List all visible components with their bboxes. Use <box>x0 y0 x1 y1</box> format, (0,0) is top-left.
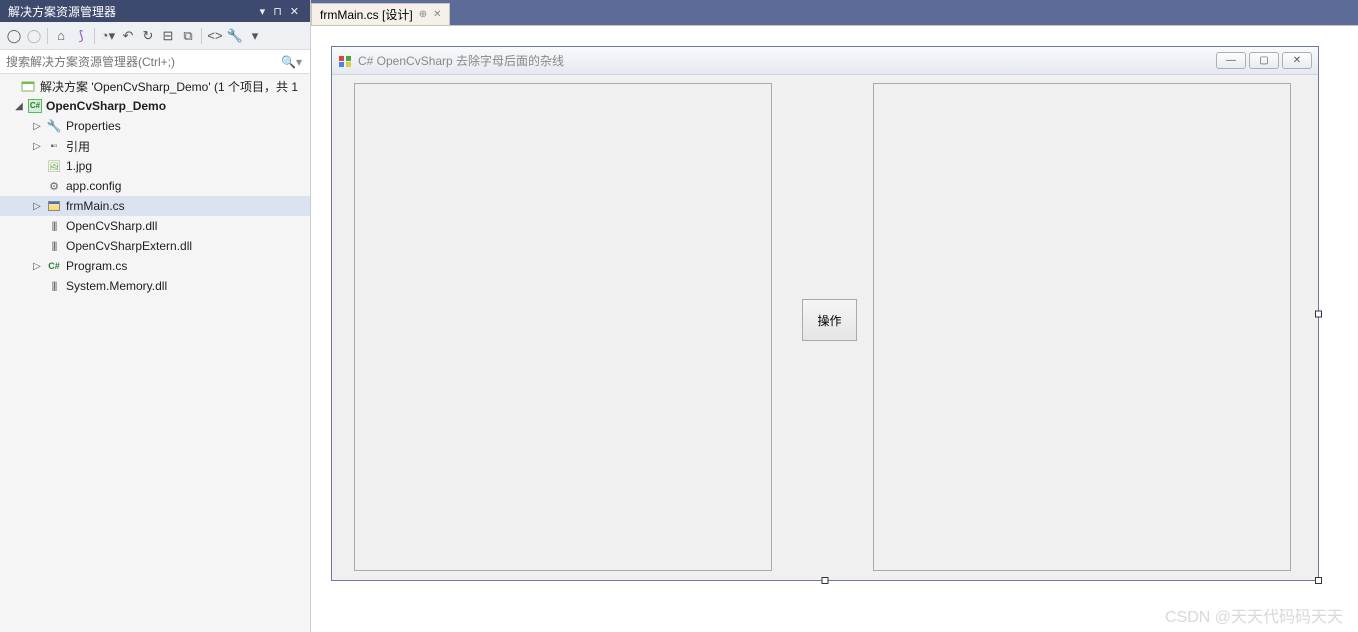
tree-item-appconfig[interactable]: ⚙ app.config <box>0 176 310 196</box>
tab-bar: frmMain.cs [设计] ⊕ ✕ <box>311 0 1358 25</box>
solution-label: 解决方案 'OpenCvSharp_Demo' (1 个项目，共 1 <box>40 78 298 95</box>
tree-item-image[interactable]: 🖼 1.jpg <box>0 156 310 176</box>
panel-header: 解决方案资源管理器 ▾ ⊓ ✕ <box>0 0 310 22</box>
picturebox-left[interactable] <box>354 83 772 571</box>
dll-file-icon: ||| <box>46 218 62 234</box>
dll-file-icon: ||| <box>46 278 62 294</box>
chevron-right-icon[interactable]: ▷ <box>30 121 44 132</box>
image-file-icon: 🖼 <box>46 158 62 174</box>
search-icon[interactable]: 🔍▾ <box>277 55 306 69</box>
more-icon[interactable]: ▾ <box>246 27 264 45</box>
tree-item-opencvsharp-dll[interactable]: ||| OpenCvSharp.dll <box>0 216 310 236</box>
explorer-toolbar: ◯ ◯ ⌂ ⟆ ◔▾ ↶ ↻ ⊟ ⧉ <> 🔧 ▾ <box>0 22 310 50</box>
solution-icon <box>20 78 36 94</box>
collapse-icon[interactable]: ⊟ <box>159 27 177 45</box>
panel-close-icon[interactable]: ✕ <box>287 5 302 18</box>
home-icon[interactable]: ⌂ <box>52 27 70 45</box>
form-titlebar: C# OpenCvSharp 去除字母后面的杂线 — ▢ ✕ <box>332 47 1318 75</box>
panel-pin-icon[interactable]: ⊓ <box>270 5 285 18</box>
chevron-right-icon[interactable]: ▷ <box>30 201 44 212</box>
undo-icon[interactable]: ↶ <box>119 27 137 45</box>
tree-item-references[interactable]: ▷ ▪▫ 引用 <box>0 136 310 156</box>
tab-close-icon[interactable]: ✕ <box>433 9 441 20</box>
solution-node[interactable]: 解决方案 'OpenCvSharp_Demo' (1 个项目，共 1 <box>0 76 310 96</box>
tree-item-opencvsharpextern-dll[interactable]: ||| OpenCvSharpExtern.dll <box>0 236 310 256</box>
form-title: C# OpenCvSharp 去除字母后面的杂线 <box>358 52 564 69</box>
minimize-button[interactable]: — <box>1216 52 1246 69</box>
close-button[interactable]: ✕ <box>1282 52 1312 69</box>
tab-label: frmMain.cs [设计] <box>320 6 413 23</box>
project-label: OpenCvSharp_Demo <box>46 99 166 113</box>
search-input[interactable] <box>4 53 277 71</box>
wrench-icon: 🔧 <box>46 118 62 134</box>
panel-dropdown-icon[interactable]: ▾ <box>257 5 269 18</box>
scope-icon[interactable]: ◔▾ <box>99 27 117 45</box>
chevron-right-icon[interactable]: ▷ <box>30 141 44 152</box>
document-area: frmMain.cs [设计] ⊕ ✕ C# OpenCvSharp 去除字母后… <box>311 0 1358 632</box>
form-app-icon <box>338 54 352 68</box>
designer-surface[interactable]: C# OpenCvSharp 去除字母后面的杂线 — ▢ ✕ 操作 <box>311 25 1358 632</box>
sync-icon[interactable]: ⟆ <box>72 27 90 45</box>
config-file-icon: ⚙ <box>46 178 62 194</box>
refresh-icon[interactable]: ↻ <box>139 27 157 45</box>
resize-handle-corner[interactable] <box>1315 577 1322 584</box>
tree-item-program[interactable]: ▷ C# Program.cs <box>0 256 310 276</box>
resize-handle-bottom[interactable] <box>822 577 829 584</box>
properties-icon[interactable]: 🔧 <box>226 27 244 45</box>
nav-back-icon[interactable]: ◯ <box>5 27 23 45</box>
form-body[interactable]: 操作 <box>332 75 1318 580</box>
references-icon: ▪▫ <box>46 138 62 154</box>
csharp-file-icon: C# <box>46 258 62 274</box>
chevron-down-icon[interactable]: ◢ <box>12 101 26 112</box>
nav-forward-icon[interactable]: ◯ <box>25 27 43 45</box>
project-node[interactable]: ◢ C# OpenCvSharp_Demo <box>0 96 310 116</box>
search-box: 🔍▾ <box>0 50 310 74</box>
dll-file-icon: ||| <box>46 238 62 254</box>
form-window[interactable]: C# OpenCvSharp 去除字母后面的杂线 — ▢ ✕ 操作 <box>331 46 1319 581</box>
form-file-icon <box>46 198 62 214</box>
panel-title: 解决方案资源管理器 <box>8 3 116 20</box>
solution-explorer-panel: 解决方案资源管理器 ▾ ⊓ ✕ ◯ ◯ ⌂ ⟆ ◔▾ ↶ ↻ ⊟ ⧉ <> 🔧 … <box>0 0 311 632</box>
chevron-right-icon[interactable]: ▷ <box>30 261 44 272</box>
action-button[interactable]: 操作 <box>802 299 857 341</box>
maximize-button[interactable]: ▢ <box>1249 52 1279 69</box>
code-icon[interactable]: <> <box>206 27 224 45</box>
tab-pin-icon[interactable]: ⊕ <box>419 9 427 20</box>
tab-frmmain-design[interactable]: frmMain.cs [设计] ⊕ ✕ <box>311 3 450 25</box>
tree-item-frmmain[interactable]: ▷ frmMain.cs <box>0 196 310 216</box>
show-all-icon[interactable]: ⧉ <box>179 27 197 45</box>
solution-tree: 解决方案 'OpenCvSharp_Demo' (1 个项目，共 1 ◢ C# … <box>0 74 310 632</box>
tree-item-properties[interactable]: ▷ 🔧 Properties <box>0 116 310 136</box>
picturebox-right[interactable] <box>873 83 1291 571</box>
csharp-project-icon: C# <box>28 99 42 113</box>
resize-handle-right[interactable] <box>1315 310 1322 317</box>
tree-item-systemmemory-dll[interactable]: ||| System.Memory.dll <box>0 276 310 296</box>
